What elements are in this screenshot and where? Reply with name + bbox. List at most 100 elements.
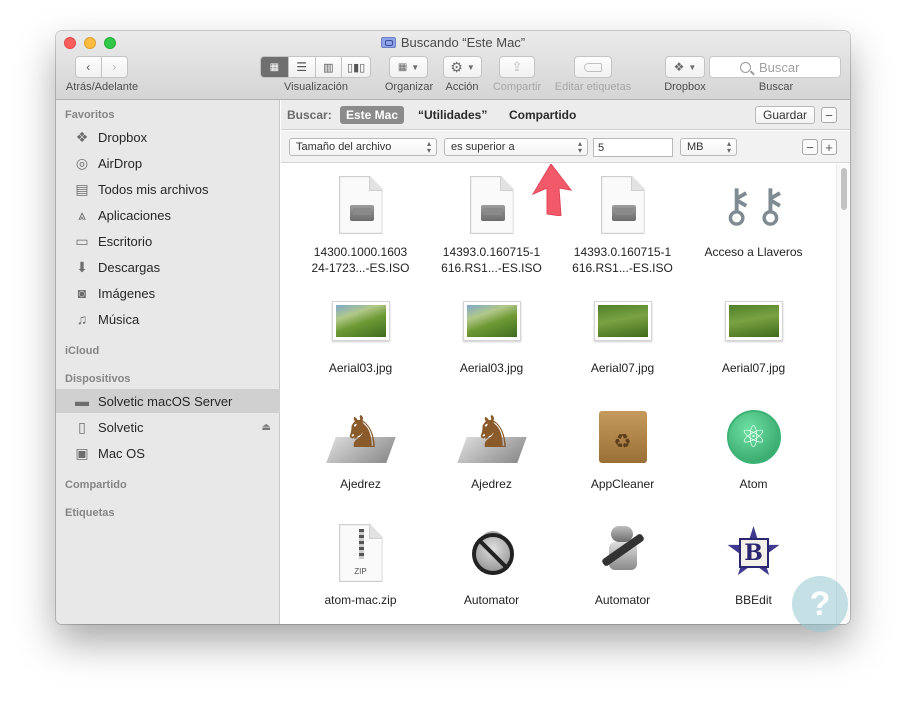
grid-icon: ▦	[269, 61, 280, 73]
gear-icon: ⚙	[450, 58, 463, 75]
size-value-input[interactable]: 5	[593, 138, 673, 157]
sidebar: Favoritos ❖ Dropbox ◎ AirDrop ▤ Todos mis a…	[56, 100, 280, 624]
sidebar-item-solvetic-macos-server[interactable]: ▬ Solvetic macOS Server	[56, 389, 280, 413]
icon-view-button[interactable]: ▦	[261, 57, 289, 77]
file-item[interactable]: ♞ Ajedrez	[295, 398, 426, 492]
image-thumbnail-icon	[462, 301, 521, 341]
file-item[interactable]: Aerial07.jpg	[557, 282, 688, 376]
search-field[interactable]: Buscar	[709, 56, 841, 78]
updown-arrows-icon: ▴ ▾	[726, 139, 731, 155]
toolbar: Buscando “Este Mac” ‹ › Atrás/Adelante ▦…	[56, 31, 850, 100]
sidebar-item-mac-os[interactable]: ▣ Mac OS	[56, 441, 280, 465]
finder-window: Buscando “Este Mac” ‹ › Atrás/Adelante ▦…	[56, 31, 850, 624]
organize-button[interactable]: ▦ ▼	[389, 56, 428, 78]
camera-icon: ◙	[77, 285, 87, 301]
file-item[interactable]: Aerial03.jpg	[426, 282, 557, 376]
sidebar-item-dropbox[interactable]: ❖ Dropbox	[56, 125, 280, 149]
sidebar-item-applications[interactable]: ⩓ Aplicaciones	[56, 203, 280, 227]
file-item[interactable]: 14300.1000.1603 24-1723...-ES.ISO	[295, 166, 426, 276]
file-item[interactable]: Automator	[426, 514, 557, 608]
minus-icon: −	[825, 107, 833, 123]
file-item[interactable]: AppCleaner	[557, 398, 688, 492]
chevron-down-icon: ▼	[466, 62, 475, 72]
sidebar-item-pictures[interactable]: ◙ Imágenes	[56, 281, 280, 305]
automator-disabled-icon	[466, 525, 518, 581]
edit-tags-button[interactable]	[574, 56, 612, 78]
sidebar-header-devices: Dispositivos	[65, 373, 131, 385]
share-button[interactable]: ⇪	[499, 56, 535, 78]
updown-arrows-icon: ▴ ▾	[426, 139, 431, 155]
iso-disk-icon	[338, 176, 383, 234]
hard-drive-icon: ▣	[75, 444, 89, 461]
search-label: Buscar	[758, 81, 794, 93]
search-criteria-row: Tamaño del archivo ▴ ▾ es superior a ▴ ▾ 5…	[281, 131, 850, 163]
remove-criterion-button[interactable]: −	[802, 139, 818, 155]
tag-icon	[584, 62, 602, 72]
image-thumbnail-icon	[593, 301, 652, 341]
organize-label: Organizar	[384, 81, 434, 93]
save-search-button[interactable]: Guardar	[755, 106, 815, 124]
dropbox-icon: ❖	[75, 128, 89, 145]
action-label: Acción	[445, 81, 479, 93]
dropbox-toolbar-button[interactable]: ❖ ▼	[665, 56, 705, 78]
list-view-button[interactable]: ☰	[289, 57, 316, 77]
sidebar-header-icloud: iCloud	[65, 345, 100, 357]
results-grid: 14300.1000.1603 24-1723...-ES.ISO 14393.…	[281, 164, 850, 624]
zip-icon: ZIP	[338, 524, 383, 582]
file-item[interactable]: ⚷⚷ Acceso a Llaveros	[688, 166, 819, 260]
atom-icon: ⚛	[726, 410, 781, 464]
scope-shared[interactable]: Compartido	[503, 106, 582, 124]
airdrop-icon: ◎	[75, 154, 89, 171]
sidebar-item-all-files[interactable]: ▤ Todos mis archivos	[56, 177, 280, 201]
view-switcher: ▦ ☰ ▥ ▯▮▯	[260, 56, 371, 78]
smart-folder-icon	[380, 37, 396, 48]
image-thumbnail-icon	[331, 301, 390, 341]
coverflow-view-button[interactable]: ▯▮▯	[342, 57, 370, 77]
scope-this-mac[interactable]: Este Mac	[340, 106, 405, 124]
file-item[interactable]: Automator	[557, 514, 688, 608]
file-item[interactable]: ZIP atom-mac.zip	[295, 514, 426, 608]
edit-tags-label: Editar etiquetas	[554, 81, 632, 93]
bbedit-icon: B	[727, 526, 781, 580]
sidebar-header-favorites: Favoritos	[65, 109, 115, 121]
music-note-icon: ♫	[76, 311, 88, 327]
sidebar-item-airdrop[interactable]: ◎ AirDrop	[56, 151, 280, 175]
columns-icon: ▥	[323, 61, 334, 74]
chevron-right-icon: ›	[112, 60, 117, 74]
file-item[interactable]: Aerial07.jpg	[688, 282, 819, 376]
remove-scope-button[interactable]: −	[821, 107, 837, 123]
vertical-scrollbar[interactable]	[836, 164, 850, 624]
attribute-popup[interactable]: Tamaño del archivo ▴ ▾	[289, 138, 437, 156]
sidebar-item-desktop[interactable]: ▭ Escritorio	[56, 229, 280, 253]
plus-icon: +	[825, 139, 833, 155]
applications-icon: ⩓	[78, 206, 86, 223]
iso-disk-icon	[600, 176, 645, 234]
sidebar-item-downloads[interactable]: ⬇ Descargas	[56, 255, 280, 279]
sidebar-item-music[interactable]: ♫ Música	[56, 307, 280, 331]
annotation-arrow-icon	[531, 164, 573, 216]
eject-icon[interactable]: ⏏	[262, 422, 271, 433]
file-item[interactable]: Aerial03.jpg	[295, 282, 426, 376]
unit-popup[interactable]: MB ▴ ▾	[680, 138, 737, 156]
image-thumbnail-icon	[724, 301, 783, 341]
appcleaner-icon	[598, 411, 647, 463]
add-criterion-button[interactable]: +	[821, 139, 837, 155]
column-view-button[interactable]: ▥	[316, 57, 343, 77]
sidebar-header-shared: Compartido	[65, 479, 127, 491]
sidebar-item-solvetic[interactable]: ▯ Solvetic ⏏	[56, 415, 280, 439]
updown-arrows-icon: ▴ ▾	[577, 139, 582, 155]
chess-icon: ♞	[325, 407, 396, 467]
iso-disk-icon	[469, 176, 514, 234]
file-item[interactable]: 14393.0.160715-1 616.RS1...-ES.ISO	[557, 166, 688, 276]
action-button[interactable]: ⚙ ▼	[443, 56, 482, 78]
file-item[interactable]: ⚛ Atom	[688, 398, 819, 492]
automator-icon	[597, 524, 649, 582]
scrollbar-thumb[interactable]	[841, 168, 847, 210]
scope-utilities[interactable]: “Utilidades”	[412, 106, 493, 124]
list-icon: ☰	[296, 60, 307, 74]
search-placeholder: Buscar	[759, 59, 800, 75]
forward-button[interactable]: ›	[102, 57, 127, 77]
operator-popup[interactable]: es superior a ▴ ▾	[444, 138, 588, 156]
file-item[interactable]: ♞ Ajedrez	[426, 398, 557, 492]
back-button[interactable]: ‹	[76, 57, 102, 77]
